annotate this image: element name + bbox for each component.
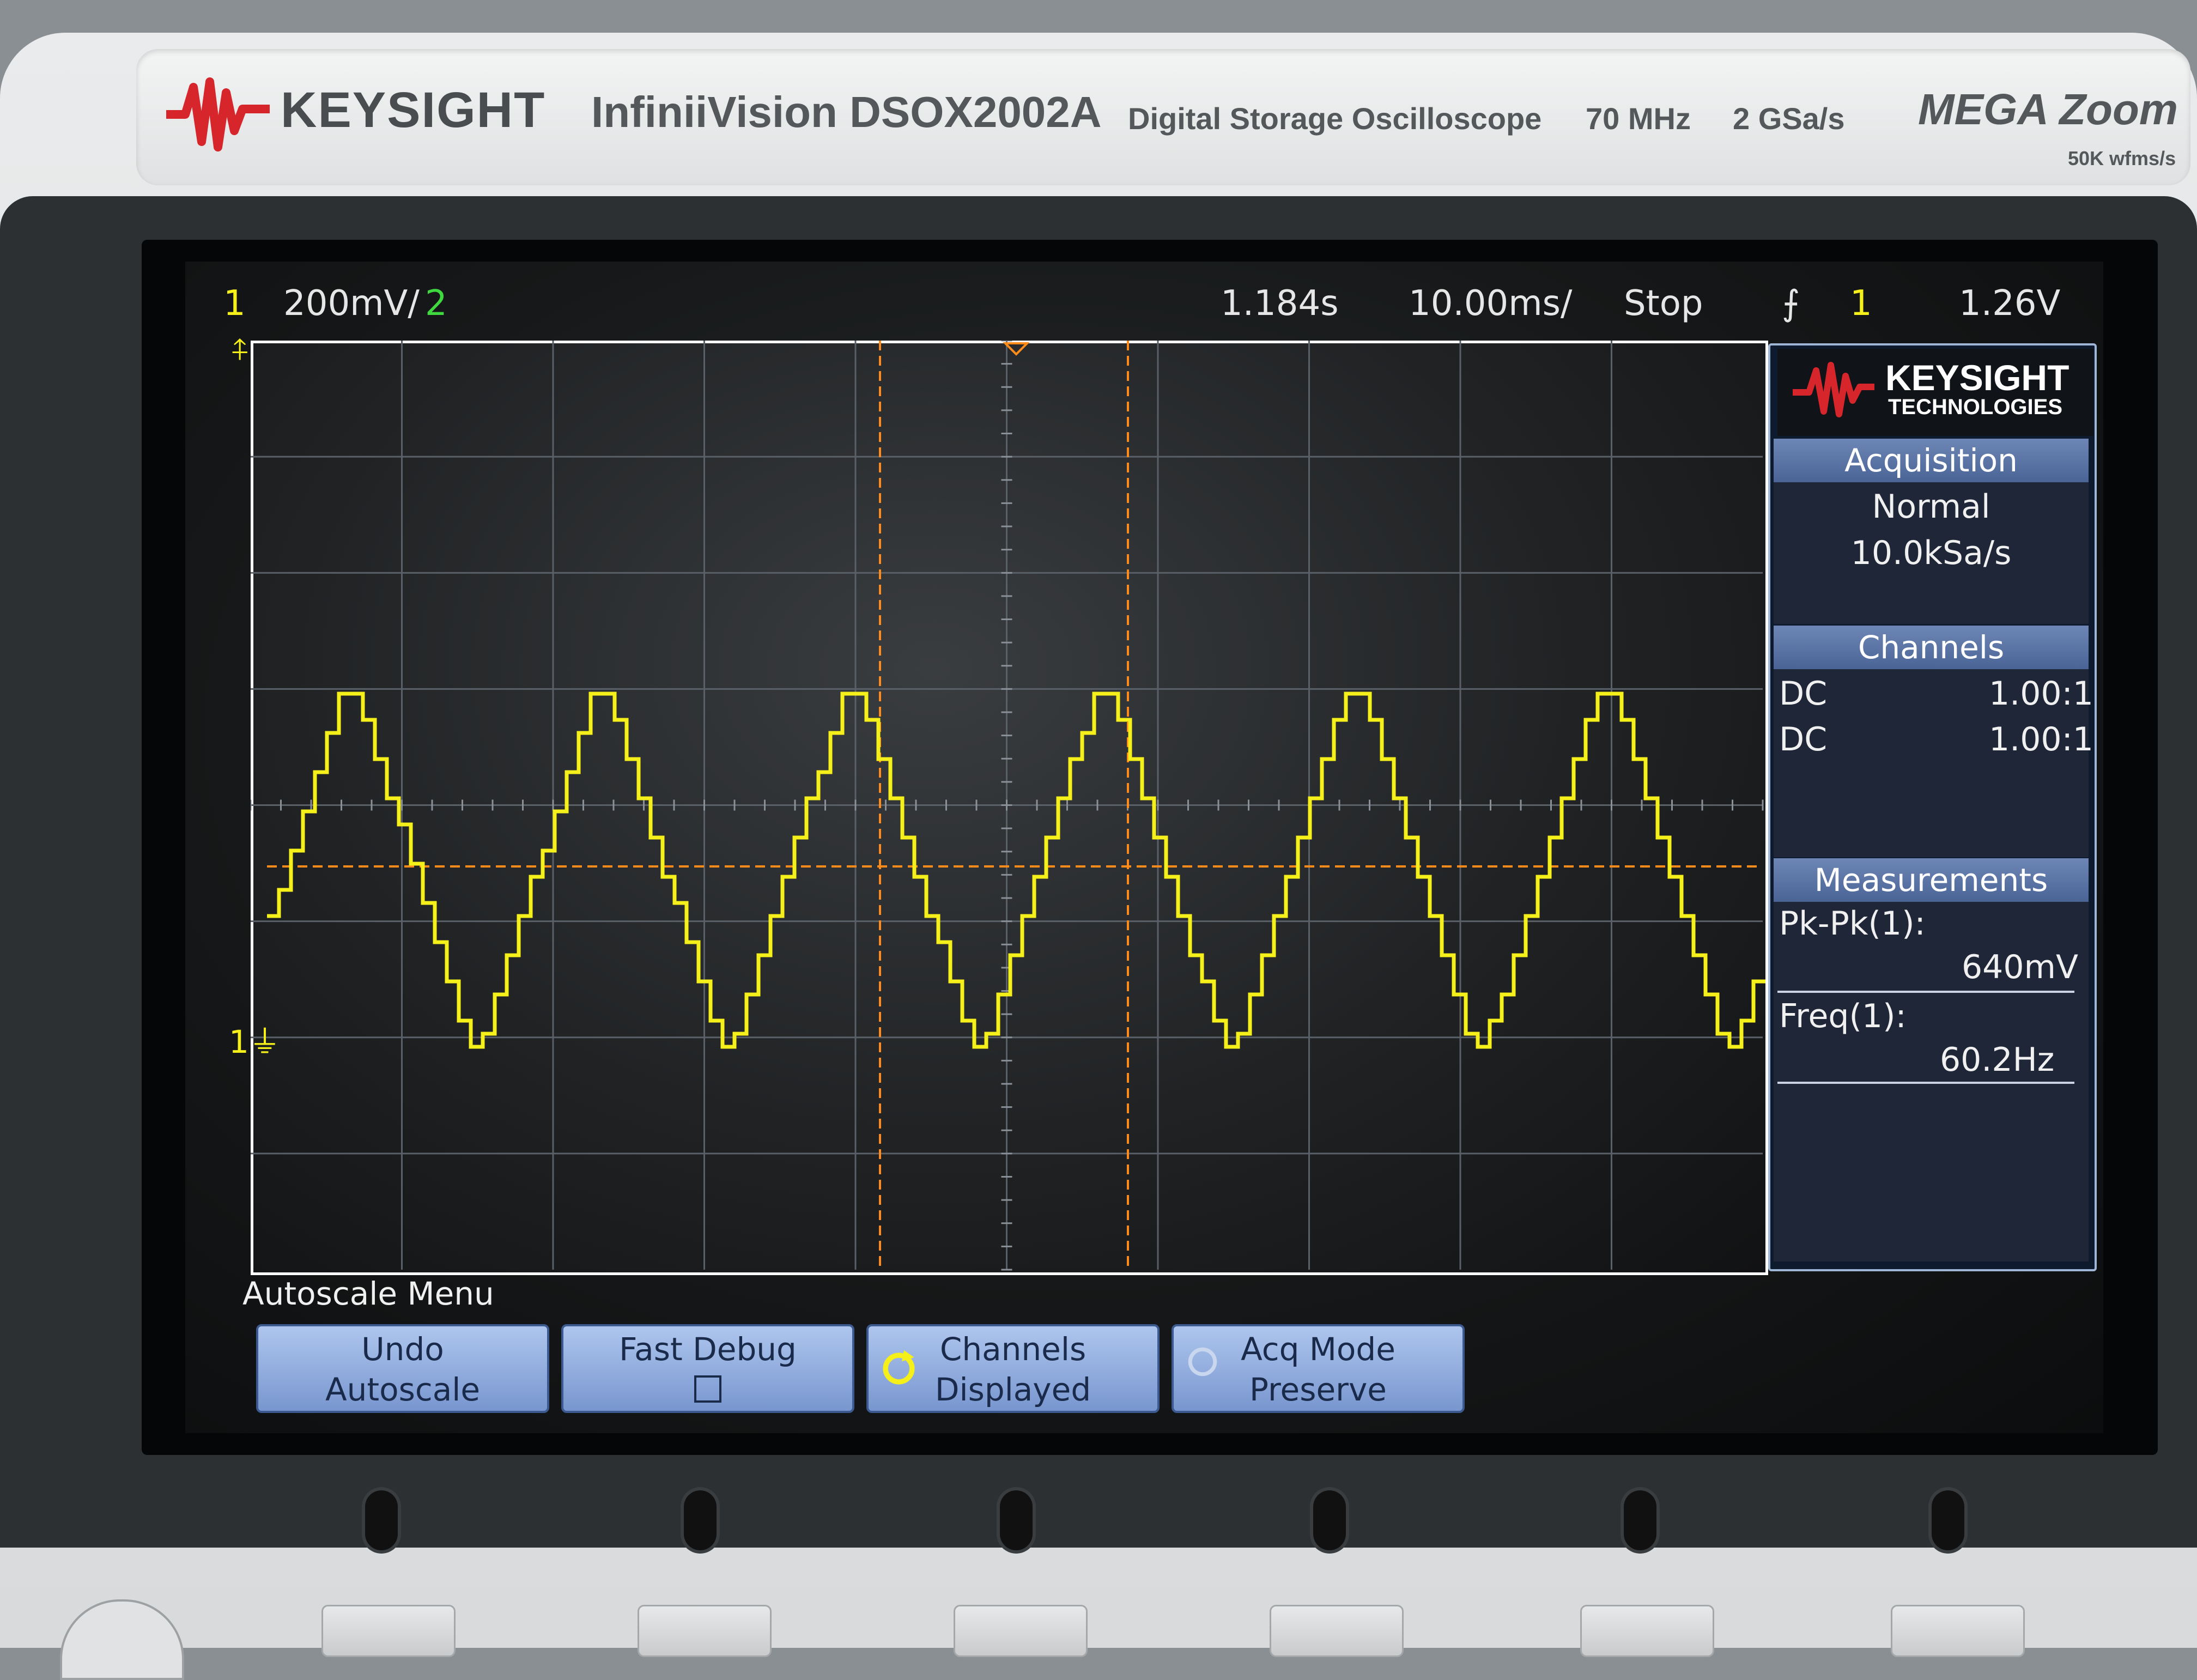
softkey-label: Undo — [361, 1331, 444, 1368]
hardware-softkey-3[interactable] — [1000, 1490, 1033, 1550]
acquisition-header[interactable]: Acquisition — [1774, 439, 2089, 482]
menu-title: Autoscale Menu — [242, 1275, 494, 1312]
measurement-freq-value: 60.2Hz — [1940, 1041, 2055, 1079]
sample-rate-label: 2 GSa/s — [1733, 101, 1845, 136]
ch2-probe-ratio: 1.00:1 — [1989, 720, 2093, 759]
hardware-softkey-5[interactable] — [1624, 1490, 1656, 1550]
hardware-softkey-2[interactable] — [684, 1490, 717, 1550]
ch1-scale[interactable]: 200mV/ — [283, 283, 420, 324]
measurement-freq-label: Freq(1): — [1779, 997, 1907, 1035]
ch1-probe-ratio: 1.00:1 — [1989, 675, 2093, 713]
measurements-header[interactable]: Measurements — [1774, 858, 2089, 902]
ch2-coupling: DC — [1779, 720, 1828, 759]
ch1-waveform — [267, 692, 1765, 1049]
trigger-edge-icon: ⨍ — [1782, 283, 1800, 324]
run-state[interactable]: Stop — [1624, 283, 1703, 324]
time-scale[interactable]: 10.00ms/ — [1409, 283, 1572, 324]
acq-mode-preserve-softkey[interactable]: Acq Mode Preserve — [1172, 1324, 1465, 1413]
front-panel-button[interactable] — [321, 1605, 456, 1657]
softkey-label: Acq Mode — [1241, 1331, 1395, 1368]
device-description: Digital Storage Oscilloscope — [1128, 101, 1542, 136]
fast-debug-checkbox[interactable] — [694, 1375, 721, 1403]
acquisition-mode: Normal — [1872, 488, 1990, 526]
front-panel-button[interactable] — [1580, 1605, 1714, 1657]
measurement-divider — [1777, 1082, 2074, 1084]
softkey-label: Preserve — [1249, 1371, 1387, 1408]
softkey-label: Channels — [939, 1331, 1087, 1368]
panel-logo-name: KEYSIGHT — [1885, 357, 2069, 398]
keysight-wave-logo-icon — [166, 77, 270, 151]
ch1-indicator[interactable]: 1 — [223, 283, 246, 324]
fast-debug-softkey[interactable]: Fast Debug — [561, 1324, 854, 1413]
panel-logo-sub: TECHNOLOGIES — [1888, 395, 2063, 419]
waveform-display[interactable] — [251, 341, 1768, 1275]
hardware-softkey-6[interactable] — [1932, 1490, 1964, 1550]
bandwidth-label: 70 MHz — [1586, 101, 1691, 136]
softkey-label: Displayed — [934, 1371, 1091, 1408]
channels-displayed-softkey[interactable]: Channels Displayed — [866, 1324, 1160, 1413]
model-name: InfiniiVision DSOX2002A — [591, 88, 1102, 136]
measurement-divider — [1777, 991, 2074, 993]
brand-name: KEYSIGHT — [281, 82, 546, 138]
time-delay[interactable]: 1.184s — [1221, 283, 1339, 324]
ch1-ground-marker-icon[interactable]: 1⏚ — [229, 1016, 281, 1062]
megazoom-logo: MEGA Zoom — [1918, 85, 2178, 134]
front-panel-button[interactable] — [954, 1605, 1088, 1657]
channels-header[interactable]: Channels — [1774, 626, 2089, 669]
trigger-level[interactable]: 1.26V — [1959, 283, 2060, 324]
ch1-coupling: DC — [1779, 675, 1828, 713]
front-panel-button[interactable] — [1270, 1605, 1404, 1657]
trigger-level-marker-icon[interactable]: ⍏ — [232, 332, 249, 367]
front-panel-button[interactable] — [638, 1605, 772, 1657]
ch2-indicator[interactable]: 2 — [425, 283, 447, 324]
hardware-softkey-4[interactable] — [1313, 1490, 1346, 1550]
trigger-position-marker-icon — [1003, 342, 1030, 356]
hardware-softkey-1[interactable] — [365, 1490, 398, 1550]
softkey-label: Fast Debug — [619, 1331, 797, 1368]
acquisition-rate: 10.0kSa/s — [1850, 534, 2012, 572]
softkey-label: Autoscale — [325, 1371, 481, 1408]
measurement-pkpk-value: 640mV — [1962, 948, 2079, 986]
measurement-pkpk-label: Pk-Pk(1): — [1779, 905, 1926, 943]
front-panel-button[interactable] — [1891, 1605, 2025, 1657]
undo-autoscale-softkey[interactable]: Undo Autoscale — [256, 1324, 549, 1413]
wfms-label: 50K wfms/s — [2068, 147, 2176, 169]
trigger-source[interactable]: 1 — [1850, 283, 1872, 324]
keysight-logo-icon — [1793, 362, 1874, 417]
